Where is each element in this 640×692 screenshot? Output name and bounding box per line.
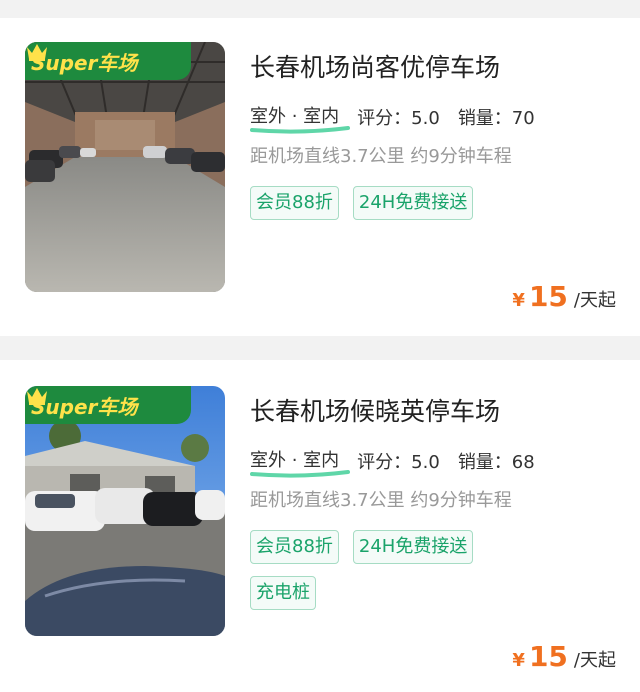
location-underline bbox=[250, 126, 350, 134]
currency-symbol: ¥ bbox=[512, 290, 525, 311]
location-type: 室外 · 室内 bbox=[250, 102, 350, 134]
tag-free-shuttle: 24H免费接送 bbox=[352, 530, 474, 564]
price-unit: /天起 bbox=[573, 650, 616, 671]
location-underline bbox=[250, 470, 350, 478]
tag-list: 会员88折 24H免费接送 bbox=[250, 186, 530, 220]
distance-info: 距机场直线3.7公里 约9分钟车程 bbox=[250, 490, 512, 511]
price-amount: 15 bbox=[528, 280, 568, 313]
rating: 评分：5.0 bbox=[357, 108, 440, 129]
lot-name[interactable]: 长春机场尚客优停车场 bbox=[250, 48, 500, 84]
price: ¥ 15 /天起 bbox=[512, 640, 616, 673]
sales-count: 销量：68 bbox=[457, 452, 535, 473]
parking-lot-card[interactable]: Super车场 长春机场尚客优停车场 室外 · 室内 评分：5.0 销量：70 … bbox=[0, 18, 640, 336]
super-lot-badge: Super车场 bbox=[25, 42, 191, 80]
price-unit: /天起 bbox=[573, 290, 616, 311]
parking-lot-card[interactable]: Super车场 长春机场候晓英停车场 室外 · 室内 评分：5.0 销量：68 … bbox=[0, 360, 640, 692]
lot-meta: 室外 · 室内 评分：5.0 销量：70 bbox=[250, 102, 535, 134]
lot-meta: 室外 · 室内 评分：5.0 销量：68 bbox=[250, 446, 535, 478]
crown-icon bbox=[27, 388, 47, 405]
parking-lot-photo[interactable]: Super车场 bbox=[25, 42, 225, 292]
location-type: 室外 · 室内 bbox=[250, 446, 350, 478]
tag-charging-station: 充电桩 bbox=[250, 576, 316, 610]
parking-lot-photo[interactable]: Super车场 bbox=[25, 386, 225, 636]
price: ¥ 15 /天起 bbox=[512, 280, 616, 313]
tag-list: 会员88折 24H免费接送 充电桩 bbox=[250, 530, 530, 610]
sales-count: 销量：70 bbox=[457, 108, 535, 129]
lot-name[interactable]: 长春机场候晓英停车场 bbox=[250, 392, 500, 428]
super-lot-badge: Super车场 bbox=[25, 386, 191, 424]
price-amount: 15 bbox=[528, 640, 568, 673]
tag-member-discount: 会员88折 bbox=[250, 186, 339, 220]
rating: 评分：5.0 bbox=[357, 452, 440, 473]
currency-symbol: ¥ bbox=[512, 650, 525, 671]
tag-free-shuttle: 24H免费接送 bbox=[352, 186, 474, 220]
distance-info: 距机场直线3.7公里 约9分钟车程 bbox=[250, 146, 512, 167]
crown-icon bbox=[27, 44, 47, 61]
tag-member-discount: 会员88折 bbox=[250, 530, 339, 564]
